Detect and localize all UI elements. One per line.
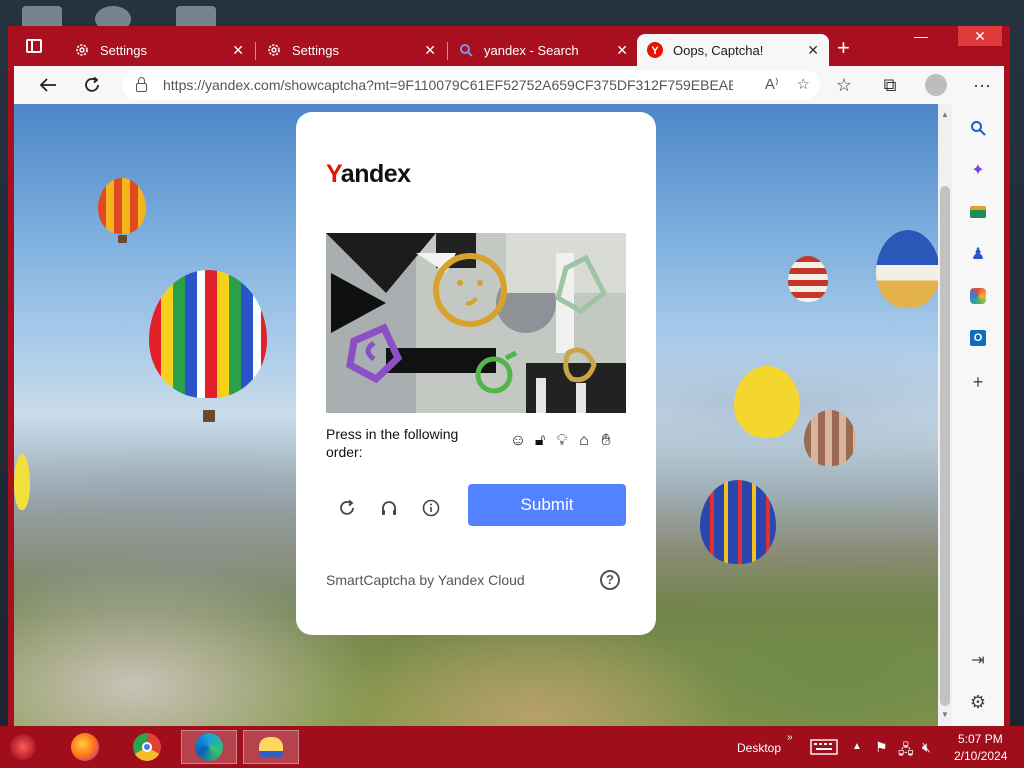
more-menu-icon[interactable]: ··· bbox=[968, 72, 996, 98]
scroll-down-icon[interactable]: ▼ bbox=[941, 710, 949, 719]
close-icon[interactable]: ✕ bbox=[232, 42, 244, 59]
balloon-image bbox=[788, 256, 828, 302]
desktop-toolbar-label[interactable]: Desktop bbox=[737, 741, 781, 755]
chevron-icon[interactable]: » bbox=[787, 732, 793, 743]
close-icon[interactable]: ✕ bbox=[616, 42, 628, 59]
tab-label: yandex - Search bbox=[484, 42, 579, 58]
submit-button[interactable]: Submit bbox=[468, 484, 626, 526]
captcha-card: Yandex Press in the following order: ☺ 🔓… bbox=[296, 112, 656, 635]
read-aloud-icon[interactable]: A⁾ bbox=[765, 75, 779, 93]
keyboard-icon[interactable] bbox=[810, 739, 838, 758]
firefox-icon[interactable] bbox=[57, 730, 113, 764]
clock-date[interactable]: 2/10/2024 bbox=[954, 749, 1007, 763]
balloon-image bbox=[14, 454, 30, 510]
captcha-instruction: Press in the following order: bbox=[326, 426, 459, 460]
settings-gear-icon[interactable]: ⚙ bbox=[966, 690, 990, 714]
tab-label: Settings bbox=[100, 42, 147, 58]
balloon-basket bbox=[203, 410, 215, 422]
hand-icon: ✋︎ bbox=[601, 432, 611, 449]
taskbar-window-icon[interactable] bbox=[243, 730, 299, 764]
info-icon[interactable] bbox=[419, 496, 443, 520]
profile-avatar[interactable] bbox=[922, 72, 950, 98]
tab-captcha[interactable]: Y Oops, Captcha! ✕ bbox=[637, 34, 829, 66]
yandex-logo: Yandex bbox=[326, 160, 411, 188]
gear-icon bbox=[266, 42, 282, 58]
svg-text:Y: Y bbox=[651, 45, 659, 57]
tab-label: Settings bbox=[292, 42, 339, 58]
tab-yandex-search[interactable]: yandex - Search ✕ bbox=[448, 34, 638, 66]
unlock-icon: 🔓︎ bbox=[534, 432, 546, 449]
chrome-icon[interactable] bbox=[119, 730, 175, 764]
address-bar[interactable]: https://yandex.com/showcaptcha?mt=9F1100… bbox=[122, 70, 820, 100]
smiley-icon: ☺ bbox=[509, 432, 527, 449]
edge-icon[interactable] bbox=[181, 730, 237, 764]
hide-sidebar-icon[interactable]: ⇥ bbox=[966, 648, 990, 672]
taskbar: Desktop » ▲ ⚑ 🖧︎ 🔇︎ 5:07 PM 2/10/2024 bbox=[0, 726, 1024, 768]
captcha-footer: SmartCaptcha by Yandex Cloud bbox=[326, 572, 525, 588]
tab-settings-1[interactable]: Settings ✕ bbox=[64, 34, 254, 66]
balloon-image bbox=[734, 366, 800, 438]
copilot-sparkle-icon[interactable]: ✦ bbox=[966, 158, 990, 182]
close-icon[interactable]: ✕ bbox=[424, 42, 436, 59]
clock-time[interactable]: 5:07 PM bbox=[958, 732, 1003, 746]
network-icon[interactable]: 🖧︎ bbox=[898, 739, 914, 763]
refresh-captcha-icon[interactable] bbox=[335, 496, 359, 520]
headphones-icon[interactable] bbox=[377, 496, 401, 520]
help-icon[interactable]: ? bbox=[600, 570, 620, 590]
search-icon bbox=[458, 42, 474, 58]
flag-icon[interactable]: ⚑ bbox=[875, 739, 888, 756]
search-icon[interactable] bbox=[966, 116, 990, 140]
page-content: Yandex Press in the following order: ☺ 🔓… bbox=[14, 104, 938, 726]
office-icon[interactable] bbox=[966, 284, 990, 308]
vertical-scrollbar[interactable]: ▲ ▼ bbox=[938, 104, 952, 726]
gear-icon bbox=[74, 42, 90, 58]
lock-icon[interactable] bbox=[136, 77, 147, 92]
balloon-image bbox=[98, 178, 146, 234]
add-favorite-icon[interactable]: ☆ bbox=[797, 75, 810, 93]
refresh-icon[interactable] bbox=[78, 72, 106, 98]
tab-label: Oops, Captcha! bbox=[673, 42, 764, 58]
minimize-icon[interactable]: — bbox=[914, 28, 928, 44]
games-icon[interactable]: ♟ bbox=[966, 242, 990, 266]
balloon-image bbox=[876, 230, 938, 308]
back-arrow-icon[interactable] bbox=[34, 72, 62, 98]
balloon-image bbox=[804, 410, 856, 466]
captcha-image[interactable] bbox=[326, 233, 626, 413]
window-close-button[interactable]: ✕ bbox=[958, 26, 1002, 46]
edge-sidebar: ✦ ♟ O + ⇥ ⚙ bbox=[952, 104, 1004, 726]
new-tab-button[interactable]: + bbox=[837, 37, 850, 59]
collections-icon[interactable]: ⧉ bbox=[876, 72, 904, 98]
start-button[interactable] bbox=[0, 730, 46, 764]
close-icon[interactable]: ✕ bbox=[807, 42, 819, 59]
balloon-image bbox=[700, 480, 776, 564]
add-sidebar-app-icon[interactable]: + bbox=[966, 370, 990, 394]
favorites-icon[interactable]: ☆ bbox=[830, 72, 858, 98]
lightbulb-icon: 💡︎ bbox=[556, 432, 568, 449]
house-icon: ⌂ bbox=[579, 432, 589, 449]
captcha-order-sequence: ☺ 🔓︎ 💡︎ ⌂ ✋︎ bbox=[508, 432, 616, 450]
scroll-up-icon[interactable]: ▲ bbox=[941, 110, 949, 119]
balloon-image bbox=[149, 270, 267, 398]
browser-window: Settings ✕ Settings ✕ yandex - Search ✕ … bbox=[8, 26, 1010, 726]
shopping-bag-icon[interactable] bbox=[966, 200, 990, 224]
tab-strip: Settings ✕ Settings ✕ yandex - Search ✕ … bbox=[8, 26, 1010, 66]
scroll-thumb[interactable] bbox=[940, 186, 950, 706]
browser-toolbar: https://yandex.com/showcaptcha?mt=9F1100… bbox=[14, 66, 1004, 104]
url-text: https://yandex.com/showcaptcha?mt=9F1100… bbox=[163, 77, 733, 93]
outlook-icon[interactable]: O bbox=[966, 326, 990, 350]
balloon-basket bbox=[118, 235, 127, 243]
tray-expand-icon[interactable]: ▲ bbox=[852, 741, 862, 752]
yandex-icon: Y bbox=[647, 42, 663, 58]
tab-actions-icon[interactable] bbox=[26, 39, 42, 53]
volume-muted-icon[interactable]: 🔇︎ bbox=[922, 739, 931, 756]
tab-settings-2[interactable]: Settings ✕ bbox=[256, 34, 446, 66]
